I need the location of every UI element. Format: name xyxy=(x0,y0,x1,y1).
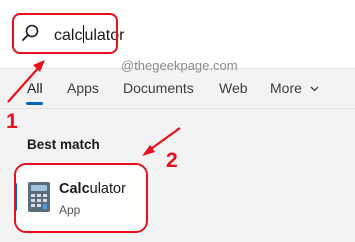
tab-all-indicator xyxy=(26,102,43,105)
result-highlight-box xyxy=(14,163,148,233)
tab-apps[interactable]: Apps xyxy=(67,80,99,96)
watermark: @thegeekpage.com xyxy=(121,58,238,73)
section-title-best-match: Best match xyxy=(27,137,100,152)
search-highlight-box xyxy=(12,13,118,54)
step-label-1: 1 xyxy=(6,110,18,133)
divider xyxy=(0,108,355,109)
step-label-2: 2 xyxy=(166,149,178,172)
tab-web[interactable]: Web xyxy=(219,80,248,96)
chevron-down-icon xyxy=(310,86,319,92)
tab-more[interactable]: More xyxy=(270,80,319,96)
tab-documents[interactable]: Documents xyxy=(123,80,194,96)
start-search-panel: calc ulator @thegeekpage.com All Apps Doc… xyxy=(0,0,355,242)
tab-more-label: More xyxy=(270,80,302,96)
tab-all[interactable]: All xyxy=(27,80,43,96)
filter-tabs: All Apps Documents Web More xyxy=(0,80,355,106)
